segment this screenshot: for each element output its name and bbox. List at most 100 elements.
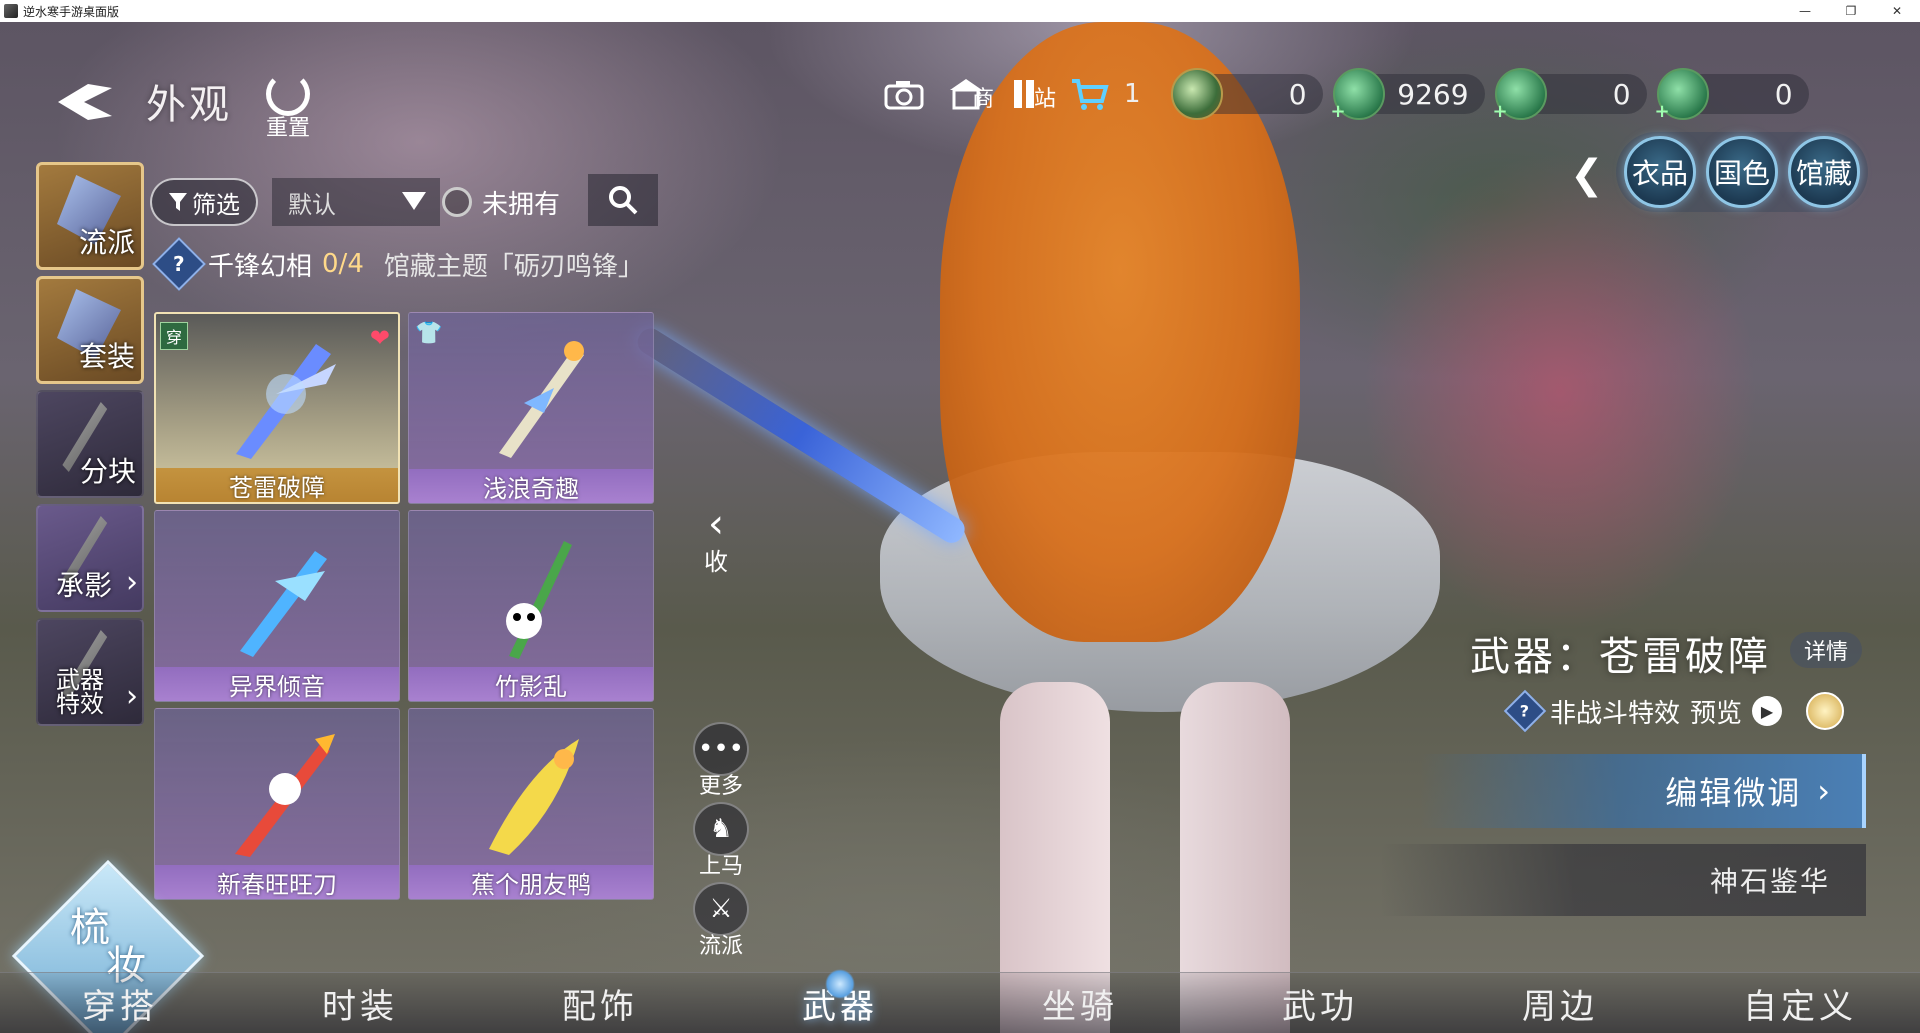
game-viewport[interactable]: 外观 重置 商 站 1 0 + 9269 + 0 + 0 ❮ 衣品 国色 馆藏 … <box>0 22 1920 1033</box>
restore-button[interactable]: ❐ <box>1828 0 1874 22</box>
nav-peripheral[interactable]: 周边 <box>1440 973 1680 1033</box>
weapon-title: 武器：苍雷破障 <box>1470 634 1771 680</box>
window-controls: — ❐ ✕ <box>1782 0 1920 22</box>
back-arrow-icon <box>58 84 112 120</box>
filter-button[interactable]: 筛选 <box>150 178 258 226</box>
tab-parts[interactable]: 分块 <box>36 390 144 498</box>
play-icon[interactable]: ▶ <box>1752 696 1783 726</box>
weapon-art-icon <box>236 344 336 459</box>
grid-item[interactable]: 穿 ❤ 苍雷破障 <box>154 312 400 504</box>
app-icon <box>4 4 18 18</box>
item-name: 新春旺旺刀 <box>155 865 399 899</box>
grid-item[interactable]: 👕 浅浪奇趣 <box>408 312 654 504</box>
currency-green-gem-c[interactable]: + 0 <box>1655 68 1809 122</box>
collection-theme[interactable]: ? 千锋幻相 0/4 馆藏主题「砺刃鸣锋」 <box>152 237 644 291</box>
category-yipin-button[interactable]: 衣品 <box>1624 136 1696 208</box>
tab-school[interactable]: 流派 <box>36 162 144 270</box>
category-guancang-button[interactable]: 馆藏 <box>1788 136 1860 208</box>
back-button[interactable] <box>52 68 120 136</box>
school-button[interactable]: ⚔ 流派 <box>686 882 756 960</box>
more-button[interactable]: ••• 更多 <box>686 722 756 800</box>
unowned-radio[interactable] <box>442 187 472 217</box>
grid-item[interactable]: 竹影乱 <box>408 510 654 702</box>
nav-accessory[interactable]: 配饰 <box>480 973 720 1033</box>
category-guose-button[interactable]: 国色 <box>1706 136 1778 208</box>
heart-icon[interactable]: ❤ <box>370 324 390 352</box>
tab-suit[interactable]: 套装 <box>36 276 144 384</box>
window-title: 逆水寒手游桌面版 <box>23 4 120 19</box>
currency-green-gem-b[interactable]: + 0 <box>1493 68 1647 122</box>
grid-item[interactable]: 异界倾音 <box>154 510 400 702</box>
grid-item[interactable]: 新春旺旺刀 <box>154 708 400 900</box>
tab-label: 承影 <box>55 569 112 602</box>
funnel-icon <box>169 193 187 211</box>
search-button[interactable] <box>588 174 658 226</box>
chevron-right-icon: › <box>1817 772 1832 810</box>
theme-label: 馆藏主题「砺刃鸣锋」 <box>383 251 644 282</box>
non-combat-effect-row: ? 非战斗特效 预览 ▶ <box>1503 689 1845 733</box>
grid-item[interactable]: 蕉个朋友鸭 <box>408 708 654 900</box>
nav-outfit[interactable]: 穿搭 <box>0 973 240 1033</box>
edit-adjust-button[interactable]: 编辑微调 › <box>1420 754 1866 828</box>
unowned-toggle[interactable]: 未拥有 <box>442 182 560 222</box>
item-name: 苍雷破障 <box>156 468 398 502</box>
weapon-blade <box>633 323 970 548</box>
nav-weapon[interactable]: 武器 <box>720 969 960 1033</box>
weapon-art-icon <box>235 734 335 857</box>
edit-label: 编辑微调 <box>1665 774 1802 812</box>
green-gem-icon: + <box>1655 68 1709 122</box>
sort-value: 默认 <box>288 190 336 219</box>
camera-icon[interactable] <box>880 71 928 117</box>
station-icon[interactable]: 站 <box>1004 71 1056 117</box>
reset-button[interactable]: 重置 <box>252 72 324 144</box>
currency-green-gem-a[interactable]: + 9269 <box>1331 68 1485 122</box>
nav-custom[interactable]: 自定义 <box>1680 973 1920 1033</box>
side-actions: ••• 更多 ♞ 上马 ⚔ 流派 <box>686 722 756 962</box>
theme-count: 0/4 <box>322 249 364 279</box>
shirt-icon: 👕 <box>415 321 443 346</box>
shop-icon[interactable]: 商 <box>942 71 994 117</box>
left-tabs: 流派 套装 分块 承影 › 武器 特效 › <box>36 162 144 732</box>
nav-fashion[interactable]: 时装 <box>240 973 480 1033</box>
nav-mount[interactable]: 坐骑 <box>960 973 1200 1033</box>
sort-select[interactable]: 默认 <box>272 178 440 226</box>
weapon-art-icon <box>240 551 327 657</box>
preview-label[interactable]: 预览 <box>1690 693 1742 730</box>
jade-coin-icon <box>1170 68 1223 120</box>
tab-label: 分块 <box>79 455 136 488</box>
tab-chengying[interactable]: 承影 › <box>36 504 144 612</box>
currency-jade-coin[interactable]: 0 <box>1170 68 1323 120</box>
item-name: 浅浪奇趣 <box>409 469 653 503</box>
minimize-button[interactable]: — <box>1782 0 1828 22</box>
school-label: 流派 <box>698 934 743 959</box>
help-icon[interactable]: ? <box>1503 689 1547 733</box>
weapon-art-icon <box>489 739 579 855</box>
coin-icon[interactable] <box>1806 692 1845 730</box>
cart-count: 1 <box>1124 79 1141 109</box>
bottom-nav: 穿搭 时装 配饰 武器 坐骑 武功 周边 自定义 <box>0 969 1920 1033</box>
close-button[interactable]: ✕ <box>1874 0 1920 22</box>
collapse-button[interactable]: ‹ 收 <box>696 504 736 586</box>
item-name: 蕉个朋友鸭 <box>409 865 653 899</box>
reset-label: 重置 <box>265 116 310 141</box>
green-gem-icon: + <box>1493 68 1547 122</box>
item-name: 竹影乱 <box>409 667 653 701</box>
mount-label: 上马 <box>698 854 743 879</box>
weapon-art-icon <box>499 341 584 458</box>
tab-weapon-effect[interactable]: 武器 特效 › <box>36 618 144 726</box>
mount-button[interactable]: ♞ 上马 <box>686 802 756 880</box>
dropdown-triangle-icon <box>402 192 426 210</box>
page-title: 外观 <box>146 82 232 128</box>
chevron-right-icon: › <box>126 679 138 714</box>
tab-label: 武器 特效 <box>56 668 104 716</box>
tab-label-line2: 特效 <box>56 690 104 718</box>
help-icon[interactable]: ? <box>152 237 206 291</box>
collapse-label: 收 <box>704 548 728 576</box>
chevron-left-icon[interactable]: ❮ <box>1570 152 1604 198</box>
category-group: 衣品 国色 馆藏 <box>1616 132 1868 212</box>
detail-button[interactable]: 详情 <box>1790 632 1862 668</box>
wearing-badge: 穿 <box>160 322 188 350</box>
shenshi-button[interactable]: 神石鉴华 <box>1380 844 1866 916</box>
nav-martial[interactable]: 武功 <box>1200 973 1440 1033</box>
cart-icon[interactable] <box>1066 71 1114 117</box>
